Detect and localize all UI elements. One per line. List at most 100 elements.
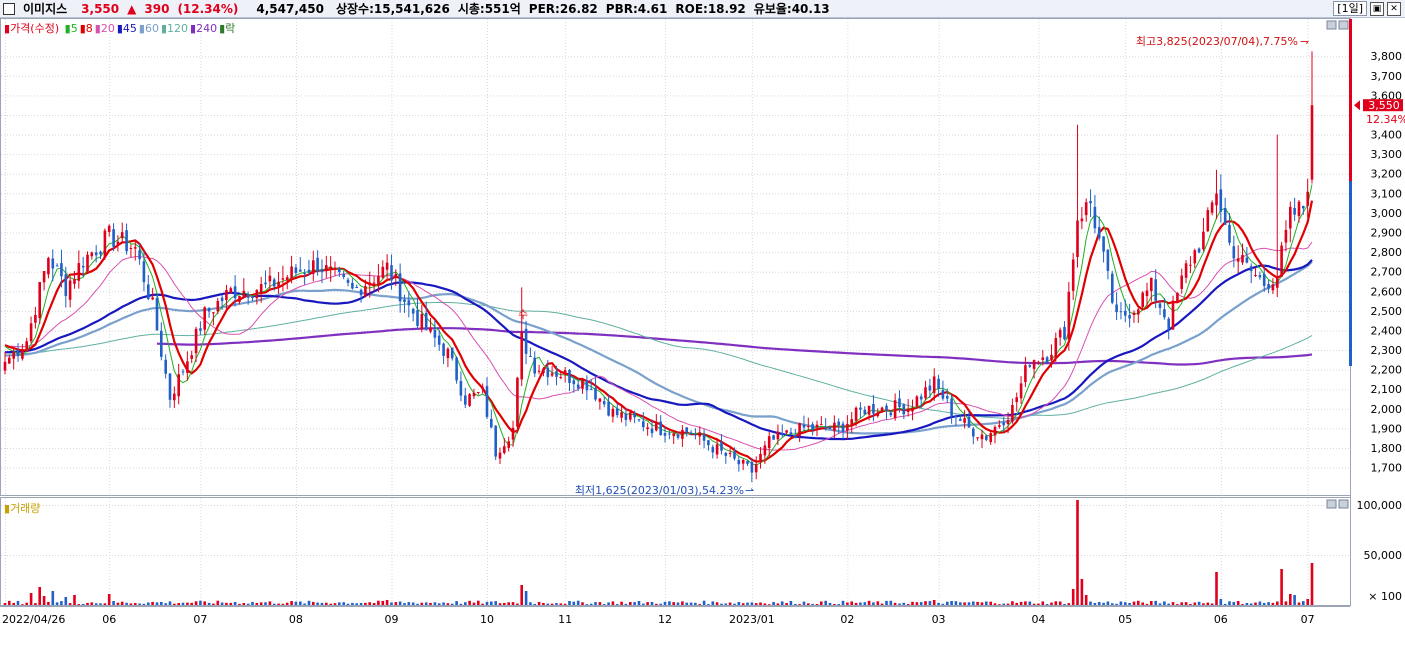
candle-body	[546, 367, 550, 378]
maximize-button[interactable]: ▣	[1370, 1, 1384, 16]
volume-bar	[776, 603, 780, 605]
candle-body	[368, 282, 371, 286]
candle-body	[880, 407, 884, 413]
candle-body	[820, 424, 823, 426]
volume-bar	[1284, 601, 1288, 605]
candle-body	[1080, 218, 1084, 222]
candle-body	[1128, 315, 1131, 319]
volume-bar	[511, 602, 515, 605]
volume-bar	[555, 603, 558, 605]
candle-body	[181, 371, 185, 373]
price-tick-label: 2,900	[1371, 227, 1403, 240]
right-scale-bar-red	[1349, 19, 1352, 181]
volume-bar	[759, 602, 762, 605]
volume-bar	[268, 601, 272, 605]
candle-body	[99, 251, 102, 255]
candle-body	[1271, 284, 1275, 291]
candle-body	[789, 432, 793, 435]
volume-panel-restore-button[interactable]	[1326, 499, 1337, 509]
volume-tick-label: 50,000	[1364, 549, 1403, 562]
volume-bar	[12, 602, 15, 605]
price-panel-restore-button[interactable]	[1326, 20, 1337, 30]
volume-bar	[251, 601, 254, 605]
volume-bar	[51, 591, 55, 605]
price-tick-label: 2,200	[1371, 364, 1403, 377]
candle-body	[125, 230, 128, 252]
volume-bar	[481, 603, 484, 605]
volume-panel-close-button[interactable]	[1338, 499, 1349, 509]
volume-bar	[255, 603, 259, 605]
candle-body	[711, 447, 715, 453]
candle-body	[733, 451, 736, 459]
volume-bar	[1028, 601, 1032, 605]
volume-bar	[1128, 603, 1131, 605]
candle-body	[837, 421, 840, 426]
candle-body	[637, 419, 641, 421]
volume-y-axis: 50,000 100,000	[1357, 499, 1403, 562]
candle-body	[437, 335, 441, 345]
volume-bar	[998, 604, 1001, 605]
roe-value: ROE:18.92	[675, 1, 746, 16]
listed-shares: 상장수:15,541,626	[335, 2, 450, 16]
candle-body	[477, 392, 480, 393]
volume-bar	[316, 602, 319, 605]
ma-legend-item: ▮120	[160, 22, 189, 35]
candle-body	[1232, 246, 1236, 259]
candle-body	[1167, 318, 1170, 330]
period-selector[interactable]: [1일]	[1333, 1, 1367, 16]
volume-bar	[1067, 603, 1071, 605]
volume-bar	[459, 603, 463, 605]
candle-body	[1032, 360, 1036, 369]
volume-bar	[568, 601, 571, 605]
candle-body	[681, 429, 684, 439]
candle-body	[60, 263, 63, 277]
candle-body	[794, 435, 797, 439]
candle-body	[1050, 354, 1053, 361]
volume-bar	[220, 602, 224, 605]
select-checkbox[interactable]	[3, 2, 15, 15]
volume-bar	[68, 603, 72, 605]
volume-bar	[959, 602, 962, 605]
last-change-label: 12.34%	[1366, 113, 1405, 126]
volume-bar	[1180, 602, 1183, 605]
close-button[interactable]: ✕	[1387, 1, 1401, 16]
volume-legend: ▮거래량	[4, 500, 40, 516]
candle-body	[498, 452, 502, 459]
volume-bar	[1280, 569, 1283, 605]
candle-body	[520, 331, 523, 380]
volume-bar	[767, 604, 771, 605]
candle-body	[333, 267, 337, 270]
volume-bar	[1184, 602, 1188, 605]
candle-body	[863, 409, 867, 415]
candle-body	[854, 407, 858, 421]
volume-bar	[902, 602, 906, 605]
volume-bar	[8, 600, 11, 605]
volume-bar	[750, 602, 754, 605]
volume-bar	[320, 602, 324, 605]
volume-bar	[685, 602, 688, 605]
candle-body	[620, 412, 623, 418]
ma-legend-item: ▮8	[79, 22, 93, 35]
volume-bar	[1150, 601, 1153, 605]
volume-bar	[1115, 603, 1118, 605]
candle-body	[455, 357, 458, 381]
volume-bar	[707, 604, 710, 605]
volume-bar	[946, 601, 949, 605]
candle-body	[312, 260, 315, 274]
volume-bar	[1228, 601, 1231, 605]
volume-bar	[906, 604, 910, 605]
volume-bar	[1297, 602, 1301, 605]
candle-body	[529, 356, 532, 357]
volume-bar	[381, 600, 385, 605]
volume-bar	[246, 603, 250, 605]
volume-bar	[1137, 600, 1140, 605]
candle-body	[1011, 405, 1014, 422]
candle-body	[954, 415, 958, 418]
volume-bar	[542, 603, 545, 605]
volume-bar	[602, 604, 606, 605]
volume-bar	[455, 601, 458, 605]
candle-body	[724, 452, 728, 456]
price-panel-close-button[interactable]	[1338, 20, 1349, 30]
candle-body	[1115, 304, 1118, 313]
candle-body	[147, 284, 150, 299]
